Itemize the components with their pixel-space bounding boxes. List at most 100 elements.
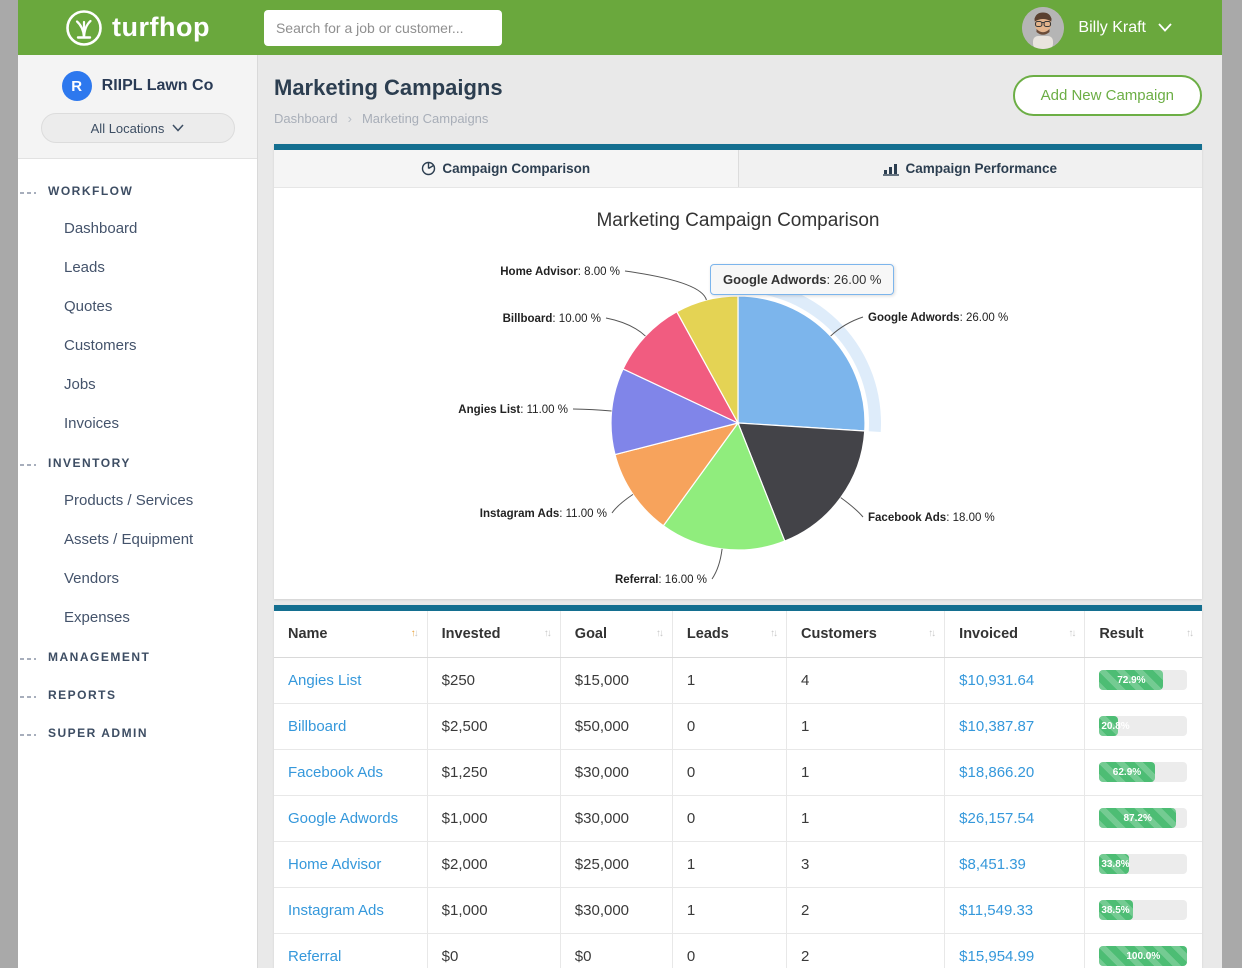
- invested-value: $1,000: [442, 902, 488, 919]
- tabs: Campaign Comparison Campaign Performance: [274, 150, 1202, 188]
- sidebar-section-inventory[interactable]: INVENTORY: [18, 443, 257, 481]
- result-progress-bar: 33.8%: [1099, 854, 1187, 874]
- tab-campaign-performance[interactable]: Campaign Performance: [738, 150, 1203, 187]
- sort-icon[interactable]: ↑↓: [928, 628, 934, 639]
- user-menu[interactable]: Billy Kraft: [1022, 7, 1172, 49]
- pie-label-connector: [712, 549, 722, 579]
- sidebar-section-super-admin[interactable]: SUPER ADMIN: [18, 713, 257, 751]
- pie-label-angies-list: Angies List: 11.00 %: [458, 404, 568, 416]
- cell-result: 20.8%: [1085, 703, 1202, 749]
- campaign-name-link[interactable]: Facebook Ads: [288, 764, 383, 781]
- cell-invoiced: $8,451.39: [945, 841, 1085, 887]
- sidebar-section-reports[interactable]: REPORTS: [18, 675, 257, 713]
- result-progress-bar: 38.5%: [1099, 900, 1187, 920]
- sidebar-item-dashboard[interactable]: Dashboard: [18, 209, 257, 248]
- tab-label: Campaign Performance: [905, 161, 1057, 176]
- cell-customers: 1: [787, 703, 945, 749]
- column-header-goal[interactable]: Goal↑↓: [560, 611, 672, 657]
- sort-icon[interactable]: ↑↓: [1186, 628, 1192, 639]
- invoiced-link[interactable]: $10,387.87: [959, 718, 1034, 735]
- sidebar-item-invoices[interactable]: Invoices: [18, 404, 257, 443]
- invoiced-link[interactable]: $11,549.33: [959, 902, 1033, 919]
- campaign-name-link[interactable]: Billboard: [288, 718, 346, 735]
- sidebar-item-expenses[interactable]: Expenses: [18, 598, 257, 637]
- pie-slice-google-adwords[interactable]: [738, 296, 865, 431]
- campaign-name-link[interactable]: Home Advisor: [288, 856, 381, 873]
- table-row: Instagram Ads$1,000$30,00012$11,549.3338…: [274, 887, 1202, 933]
- dashes-icon: [20, 733, 36, 737]
- sidebar-item-leads[interactable]: Leads: [18, 248, 257, 287]
- result-percent-label: 62.9%: [1113, 767, 1141, 778]
- column-header-name[interactable]: Name ↑↓: [274, 611, 427, 657]
- cell-leads: 0: [672, 933, 786, 968]
- sort-icon[interactable]: ↑↓: [770, 628, 776, 639]
- campaigns-table: Name↑↓Invested↑↓Goal↑↓Leads↑↓Customers↑↓…: [274, 611, 1202, 968]
- customers-value: 1: [801, 764, 809, 781]
- invoiced-link[interactable]: $8,451.39: [959, 856, 1026, 873]
- sort-icon[interactable]: ↑↓: [411, 628, 417, 639]
- dashes-icon: [20, 657, 36, 661]
- column-header-leads[interactable]: Leads↑↓: [672, 611, 786, 657]
- breadcrumb: Dashboard › Marketing Campaigns: [274, 111, 503, 126]
- table-row: Angies List$250$15,00014$10,931.6472.9%: [274, 657, 1202, 703]
- breadcrumb-dashboard[interactable]: Dashboard: [274, 111, 338, 126]
- sort-icon[interactable]: ↑↓: [656, 628, 662, 639]
- location-selector[interactable]: All Locations: [41, 113, 235, 143]
- turfhop-logo[interactable]: turfhop: [64, 8, 210, 48]
- tab-campaign-comparison[interactable]: Campaign Comparison: [274, 150, 738, 187]
- sidebar-item-customers[interactable]: Customers: [18, 326, 257, 365]
- column-label: Name: [288, 626, 328, 642]
- column-header-invested[interactable]: Invested↑↓: [427, 611, 560, 657]
- column-label: Result: [1099, 626, 1143, 642]
- sort-icon[interactable]: ↑↓: [1068, 628, 1074, 639]
- leads-value: 0: [687, 764, 695, 781]
- sidebar-nav: WORKFLOWDashboardLeadsQuotesCustomersJob…: [18, 159, 257, 751]
- user-name: Billy Kraft: [1078, 19, 1146, 37]
- pie-chart[interactable]: Google Adwords: 26.00 %Facebook Ads: 18.…: [274, 188, 1201, 599]
- goal-value: $25,000: [575, 856, 629, 873]
- search-input[interactable]: [264, 10, 502, 46]
- result-percent-label: 87.2%: [1124, 813, 1152, 824]
- goal-value: $15,000: [575, 672, 629, 689]
- leads-value: 0: [687, 948, 695, 965]
- cell-leads: 0: [672, 749, 786, 795]
- sort-icon[interactable]: ↑↓: [544, 628, 550, 639]
- invested-value: $1,250: [442, 764, 488, 781]
- sidebar-item-vendors[interactable]: Vendors: [18, 559, 257, 598]
- campaign-name-link[interactable]: Instagram Ads: [288, 902, 384, 919]
- cell-result: 87.2%: [1085, 795, 1202, 841]
- cell-leads: 1: [672, 887, 786, 933]
- column-header-invoiced[interactable]: Invoiced↑↓: [945, 611, 1085, 657]
- cell-goal: $30,000: [560, 887, 672, 933]
- invested-value: $0: [442, 948, 459, 965]
- app-window: turfhop Billy Kraft: [18, 0, 1222, 968]
- cell-invested: $1,000: [427, 795, 560, 841]
- sidebar-item-quotes[interactable]: Quotes: [18, 287, 257, 326]
- invoiced-link[interactable]: $18,866.20: [959, 764, 1034, 781]
- campaign-name-link[interactable]: Google Adwords: [288, 810, 398, 827]
- invoiced-link[interactable]: $10,931.64: [959, 672, 1034, 689]
- column-header-result[interactable]: Result ↑↓: [1085, 611, 1202, 657]
- leads-value: 1: [687, 672, 695, 689]
- top-header: turfhop Billy Kraft: [18, 0, 1222, 55]
- add-new-campaign-button[interactable]: Add New Campaign: [1013, 75, 1202, 116]
- result-progress-bar: 72.9%: [1099, 670, 1187, 690]
- pie-chart-area: Marketing Campaign Comparison Google Adw…: [274, 188, 1202, 599]
- cell-name: Angies List: [274, 657, 427, 703]
- campaign-name-link[interactable]: Referral: [288, 948, 341, 965]
- invoiced-link[interactable]: $26,157.54: [959, 810, 1034, 827]
- sidebar-item-assets-equipment[interactable]: Assets / Equipment: [18, 520, 257, 559]
- sidebar-item-jobs[interactable]: Jobs: [18, 365, 257, 404]
- sidebar-item-products-services[interactable]: Products / Services: [18, 481, 257, 520]
- column-header-customers[interactable]: Customers↑↓: [787, 611, 945, 657]
- invoiced-link[interactable]: $15,954.99: [959, 948, 1034, 965]
- goal-value: $0: [575, 948, 592, 965]
- campaign-name-link[interactable]: Angies List: [288, 672, 361, 689]
- bar-chart-icon: [883, 162, 899, 176]
- goal-value: $30,000: [575, 764, 629, 781]
- sidebar-section-management[interactable]: MANAGEMENT: [18, 637, 257, 675]
- sidebar-section-workflow[interactable]: WORKFLOW: [18, 171, 257, 209]
- chart-tooltip: Google Adwords: 26.00 %: [710, 264, 894, 295]
- pie-label-referral: Referral: 16.00 %: [615, 574, 707, 586]
- cell-invoiced: $26,157.54: [945, 795, 1085, 841]
